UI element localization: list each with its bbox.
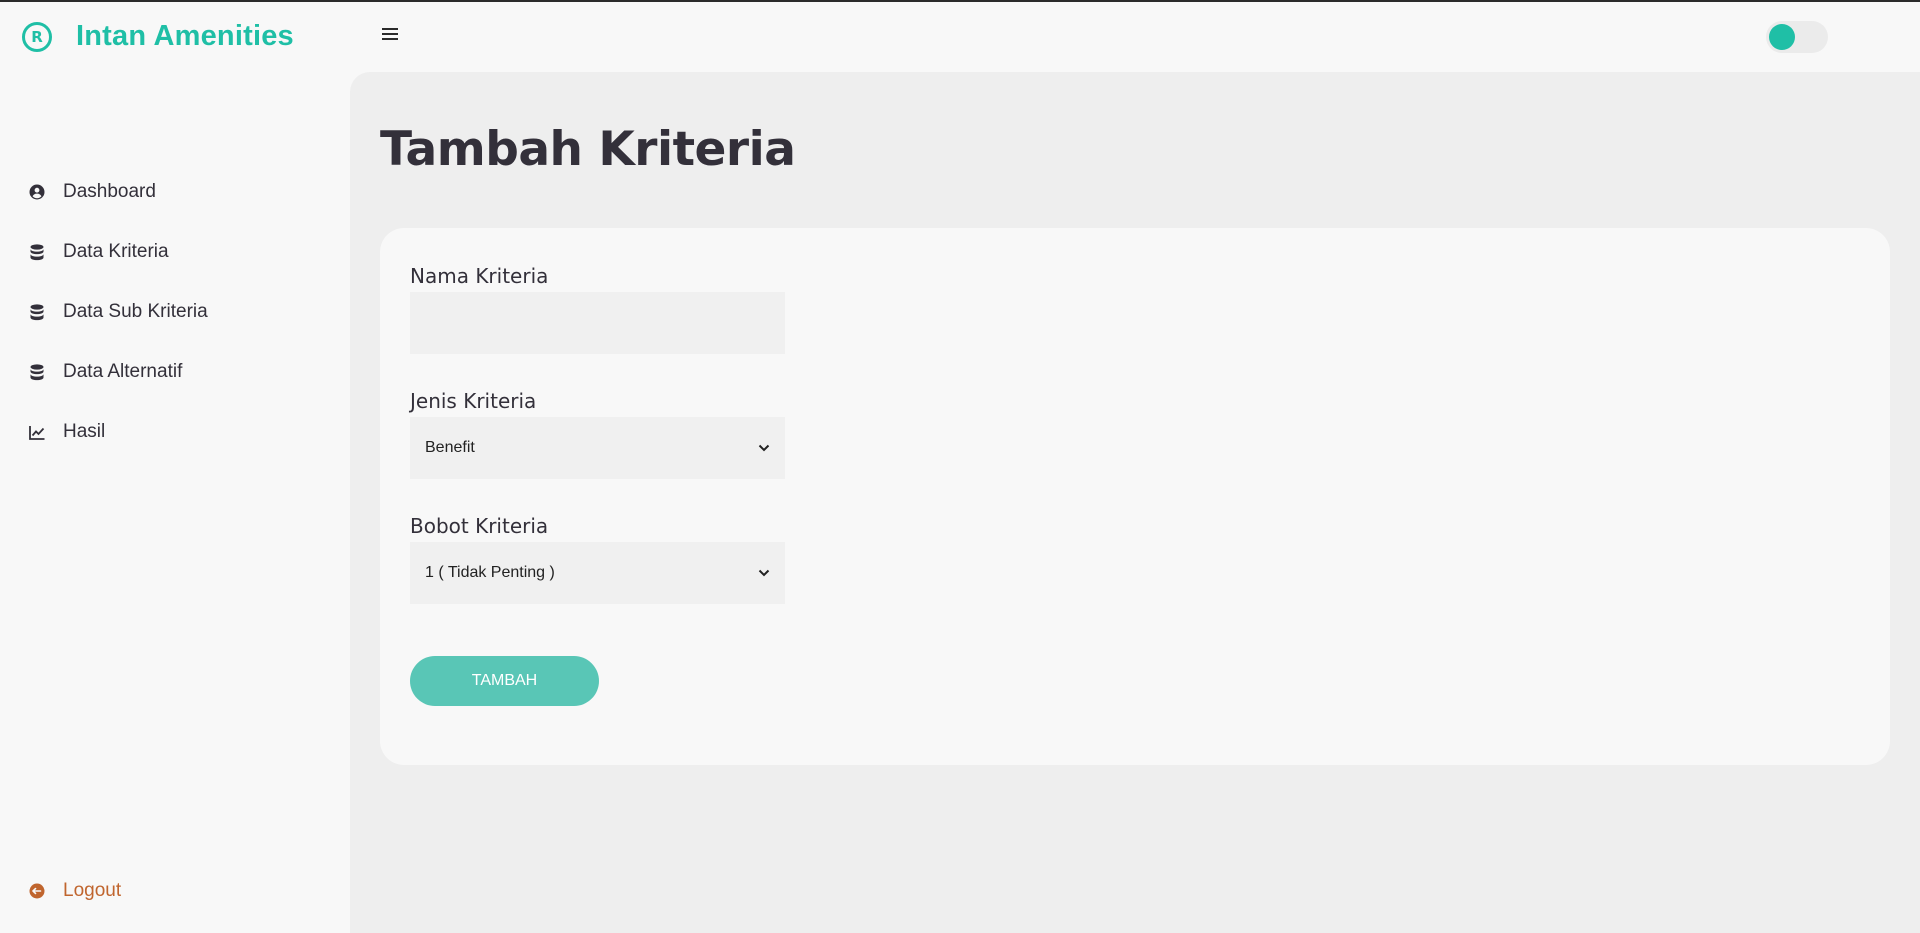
user-circle-icon — [28, 183, 46, 201]
page-title: Tambah Kriteria — [380, 122, 796, 177]
hamburger-icon[interactable] — [382, 28, 398, 42]
bobot-kriteria-value: 1 ( Tidak Penting ) — [425, 564, 555, 581]
sidebar-nav: Dashboard Data Kriteria Data Sub Kriteri… — [28, 162, 208, 462]
sidebar-item-data-kriteria[interactable]: Data Kriteria — [28, 222, 208, 282]
sidebar-item-label: Dashboard — [63, 181, 156, 202]
database-icon — [28, 243, 46, 261]
jenis-kriteria-select[interactable]: Benefit — [410, 417, 785, 479]
theme-toggle[interactable] — [1766, 21, 1828, 53]
chevron-down-icon — [758, 442, 770, 454]
chevron-down-icon — [758, 567, 770, 579]
logout-icon — [28, 882, 46, 900]
logout-button[interactable]: Logout — [28, 880, 121, 902]
field-jenis-kriteria: Jenis Kriteria Benefit — [410, 389, 785, 479]
line-chart-icon — [28, 423, 46, 441]
jenis-kriteria-value: Benefit — [425, 439, 475, 456]
brand[interactable]: R Intan Amenities — [22, 20, 294, 53]
sidebar-item-label: Data Kriteria — [63, 241, 169, 262]
sidebar: R Intan Amenities Dashboard Data Kriteri… — [0, 2, 350, 933]
sidebar-item-dashboard[interactable]: Dashboard — [28, 162, 208, 222]
sidebar-item-label: Hasil — [63, 421, 106, 442]
field-nama-kriteria: Nama Kriteria — [410, 264, 785, 354]
sidebar-item-label: Data Sub Kriteria — [63, 301, 208, 322]
nama-kriteria-label: Nama Kriteria — [410, 264, 549, 288]
form-card: Nama Kriteria Jenis Kriteria Benefit Bob… — [380, 228, 1890, 765]
sidebar-item-hasil[interactable]: Hasil — [28, 402, 208, 462]
toggle-knob — [1769, 24, 1795, 50]
database-icon — [28, 363, 46, 381]
database-icon — [28, 303, 46, 321]
bobot-kriteria-label: Bobot Kriteria — [410, 514, 549, 538]
sidebar-item-data-sub-kriteria[interactable]: Data Sub Kriteria — [28, 282, 208, 342]
brand-name: Intan Amenities — [76, 20, 294, 52]
sidebar-item-label: Data Alternatif — [63, 361, 183, 382]
field-bobot-kriteria: Bobot Kriteria 1 ( Tidak Penting ) — [410, 514, 785, 604]
jenis-kriteria-label: Jenis Kriteria — [410, 389, 537, 413]
nama-kriteria-input[interactable] — [410, 292, 785, 354]
bobot-kriteria-select[interactable]: 1 ( Tidak Penting ) — [410, 542, 785, 604]
tambah-button[interactable]: TAMBAH — [410, 656, 599, 706]
logout-label: Logout — [63, 880, 122, 901]
main-content: Tambah Kriteria Nama Kriteria Jenis Krit… — [350, 72, 1920, 933]
registered-icon: R — [22, 21, 52, 52]
sidebar-item-data-alternatif[interactable]: Data Alternatif — [28, 342, 208, 402]
